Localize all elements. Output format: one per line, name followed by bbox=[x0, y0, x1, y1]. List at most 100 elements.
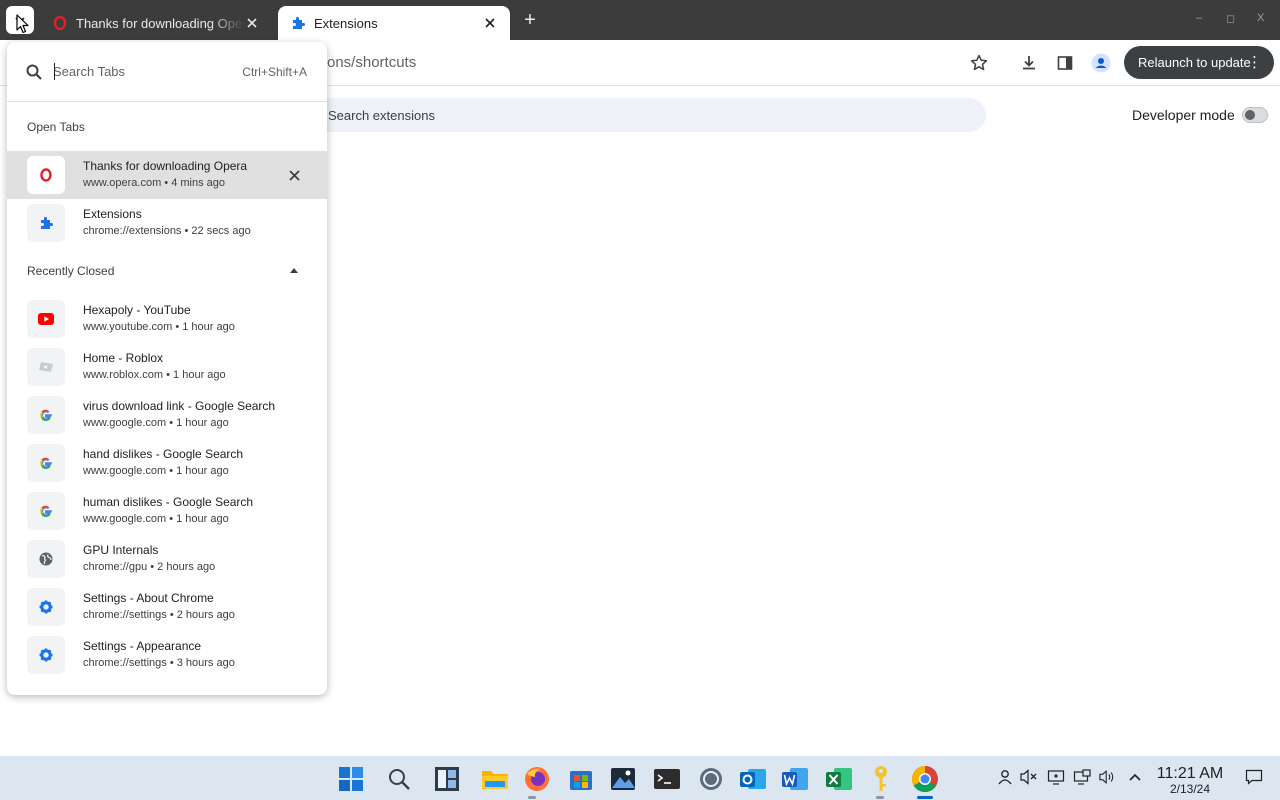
extensions-search-field[interactable]: Search extensions bbox=[310, 98, 986, 132]
tab-search-popup: Ctrl+Shift+A Open Tabs Thanks for downlo… bbox=[7, 42, 327, 695]
close-icon[interactable] bbox=[482, 15, 498, 31]
display-icon[interactable] bbox=[1047, 768, 1065, 786]
mute-icon[interactable] bbox=[1020, 768, 1038, 786]
search-icon[interactable] bbox=[384, 764, 414, 794]
new-tab-button[interactable]: + bbox=[520, 10, 540, 30]
tab-meta: www.google.com • 1 hour ago bbox=[83, 417, 229, 429]
file-explorer-icon[interactable] bbox=[480, 764, 510, 794]
recently-closed-heading: Recently Closed bbox=[27, 264, 115, 278]
tab-title: Settings - Appearance bbox=[83, 639, 202, 653]
generic-app-icon[interactable] bbox=[696, 764, 726, 794]
mouse-cursor-icon bbox=[16, 14, 29, 34]
tab-title: Hexapoly - YouTube bbox=[83, 303, 191, 317]
windows-start-icon[interactable] bbox=[336, 764, 366, 794]
person-icon[interactable] bbox=[996, 768, 1014, 786]
opera-icon bbox=[27, 156, 65, 194]
running-app-indicator bbox=[876, 796, 884, 799]
tab-title: Settings - About Chrome bbox=[83, 591, 214, 605]
tab-title: Thanks for downloading Opera bbox=[76, 15, 244, 31]
store-icon[interactable] bbox=[566, 764, 596, 794]
close-window-button[interactable]: X bbox=[1257, 12, 1264, 24]
close-icon[interactable] bbox=[244, 15, 260, 31]
profile-avatar-icon[interactable] bbox=[1090, 52, 1112, 74]
tab-title: Extensions bbox=[83, 207, 142, 221]
recently-closed-row[interactable]: virus download link - Google Search www.… bbox=[7, 391, 327, 439]
tab-meta: www.google.com • 1 hour ago bbox=[83, 465, 229, 477]
outlook-icon[interactable] bbox=[738, 764, 768, 794]
collapse-arrow-icon[interactable] bbox=[290, 268, 298, 273]
recently-closed-row[interactable]: Settings - About Chrome chrome://setting… bbox=[7, 583, 327, 631]
photos-icon[interactable] bbox=[608, 764, 638, 794]
keyboard-shortcut-hint: Ctrl+Shift+A bbox=[242, 65, 307, 79]
toggle-knob bbox=[1245, 110, 1255, 120]
opera-icon bbox=[52, 15, 68, 31]
tab-opera[interactable]: Thanks for downloading Opera bbox=[40, 6, 272, 40]
active-app-indicator bbox=[917, 796, 933, 799]
download-icon[interactable] bbox=[1018, 52, 1040, 74]
tab-meta: chrome://gpu • 2 hours ago bbox=[83, 561, 216, 573]
volume-icon[interactable] bbox=[1099, 768, 1117, 786]
youtube-icon bbox=[27, 300, 65, 338]
excel-icon[interactable] bbox=[824, 764, 854, 794]
search-icon bbox=[25, 63, 43, 86]
system-clock[interactable]: 11:21 AM 2/13/24 bbox=[1150, 765, 1230, 796]
relaunch-to-update-button[interactable]: Relaunch to update ⋮ bbox=[1124, 46, 1274, 79]
settings-gear-icon bbox=[27, 636, 65, 674]
tab-extensions[interactable]: Extensions bbox=[278, 6, 510, 40]
widgets-icon[interactable] bbox=[432, 764, 462, 794]
puzzle-icon bbox=[27, 204, 65, 242]
firefox-icon[interactable] bbox=[522, 764, 552, 794]
tab-meta: www.roblox.com • 1 hour ago bbox=[83, 369, 226, 381]
extensions-search-placeholder: Search extensions bbox=[328, 107, 435, 123]
menu-dots-icon[interactable]: ⋮ bbox=[1247, 54, 1262, 71]
developer-mode-toggle[interactable] bbox=[1242, 107, 1268, 123]
recently-closed-row[interactable]: human dislikes - Google Search www.googl… bbox=[7, 487, 327, 535]
running-app-indicator bbox=[528, 796, 536, 799]
notification-icon[interactable] bbox=[1245, 768, 1263, 786]
chrome-icon[interactable] bbox=[910, 764, 940, 794]
tab-meta: www.youtube.com • 1 hour ago bbox=[83, 321, 235, 333]
monitor-icon[interactable] bbox=[1073, 768, 1091, 786]
tab-meta: chrome://settings • 3 hours ago bbox=[83, 657, 235, 669]
google-icon bbox=[27, 492, 65, 530]
tab-meta: chrome://extensions • 22 secs ago bbox=[83, 225, 251, 237]
maximize-button[interactable]: ◻ bbox=[1226, 12, 1235, 25]
developer-mode-label: Developer mode bbox=[1132, 107, 1235, 123]
open-tabs-heading: Open Tabs bbox=[27, 120, 85, 134]
recently-closed-row[interactable]: Hexapoly - YouTube www.youtube.com • 1 h… bbox=[7, 295, 327, 343]
recently-closed-row[interactable]: Settings - Appearance chrome://settings … bbox=[7, 631, 327, 679]
tab-title: Extensions bbox=[314, 15, 378, 31]
minimize-button[interactable]: – bbox=[1196, 12, 1202, 24]
recently-closed-row[interactable]: GPU Internals chrome://gpu • 2 hours ago bbox=[7, 535, 327, 583]
open-tab-row[interactable]: Extensions chrome://extensions • 22 secs… bbox=[7, 199, 327, 247]
close-icon[interactable] bbox=[286, 167, 302, 183]
tab-title: human dislikes - Google Search bbox=[83, 495, 254, 509]
google-icon bbox=[27, 444, 65, 482]
chevron-up-icon[interactable] bbox=[1126, 768, 1144, 786]
settings-gear-icon bbox=[27, 588, 65, 626]
text-cursor bbox=[54, 63, 55, 80]
word-icon[interactable] bbox=[780, 764, 810, 794]
puzzle-icon bbox=[290, 15, 306, 31]
omnibox[interactable]: ons/shortcuts bbox=[327, 54, 416, 71]
tab-meta: www.google.com • 1 hour ago bbox=[83, 513, 229, 525]
tab-meta: www.opera.com • 4 mins ago bbox=[83, 177, 226, 189]
relaunch-label: Relaunch to update bbox=[1138, 55, 1251, 70]
taskbar bbox=[0, 756, 1280, 800]
clock-date: 2/13/24 bbox=[1169, 782, 1211, 796]
roblox-icon bbox=[27, 348, 65, 386]
open-tab-row[interactable]: Thanks for downloading Opera www.opera.c… bbox=[7, 151, 327, 199]
search-tabs-input[interactable] bbox=[53, 61, 233, 81]
globe-icon bbox=[27, 540, 65, 578]
recently-closed-row[interactable]: Home - Roblox www.roblox.com • 1 hour ag… bbox=[7, 343, 327, 391]
tab-search-header: Ctrl+Shift+A bbox=[7, 42, 327, 102]
clock-time: 11:21 AM bbox=[1156, 765, 1224, 782]
tab-title: hand dislikes - Google Search bbox=[83, 447, 244, 461]
recently-closed-row[interactable]: hand dislikes - Google Search www.google… bbox=[7, 439, 327, 487]
side-panel-icon[interactable] bbox=[1054, 52, 1076, 74]
google-icon bbox=[27, 396, 65, 434]
tab-title: GPU Internals bbox=[83, 543, 159, 557]
bookmark-star-icon[interactable] bbox=[968, 52, 990, 74]
terminal-icon[interactable] bbox=[652, 764, 682, 794]
keys-icon[interactable] bbox=[866, 764, 896, 794]
